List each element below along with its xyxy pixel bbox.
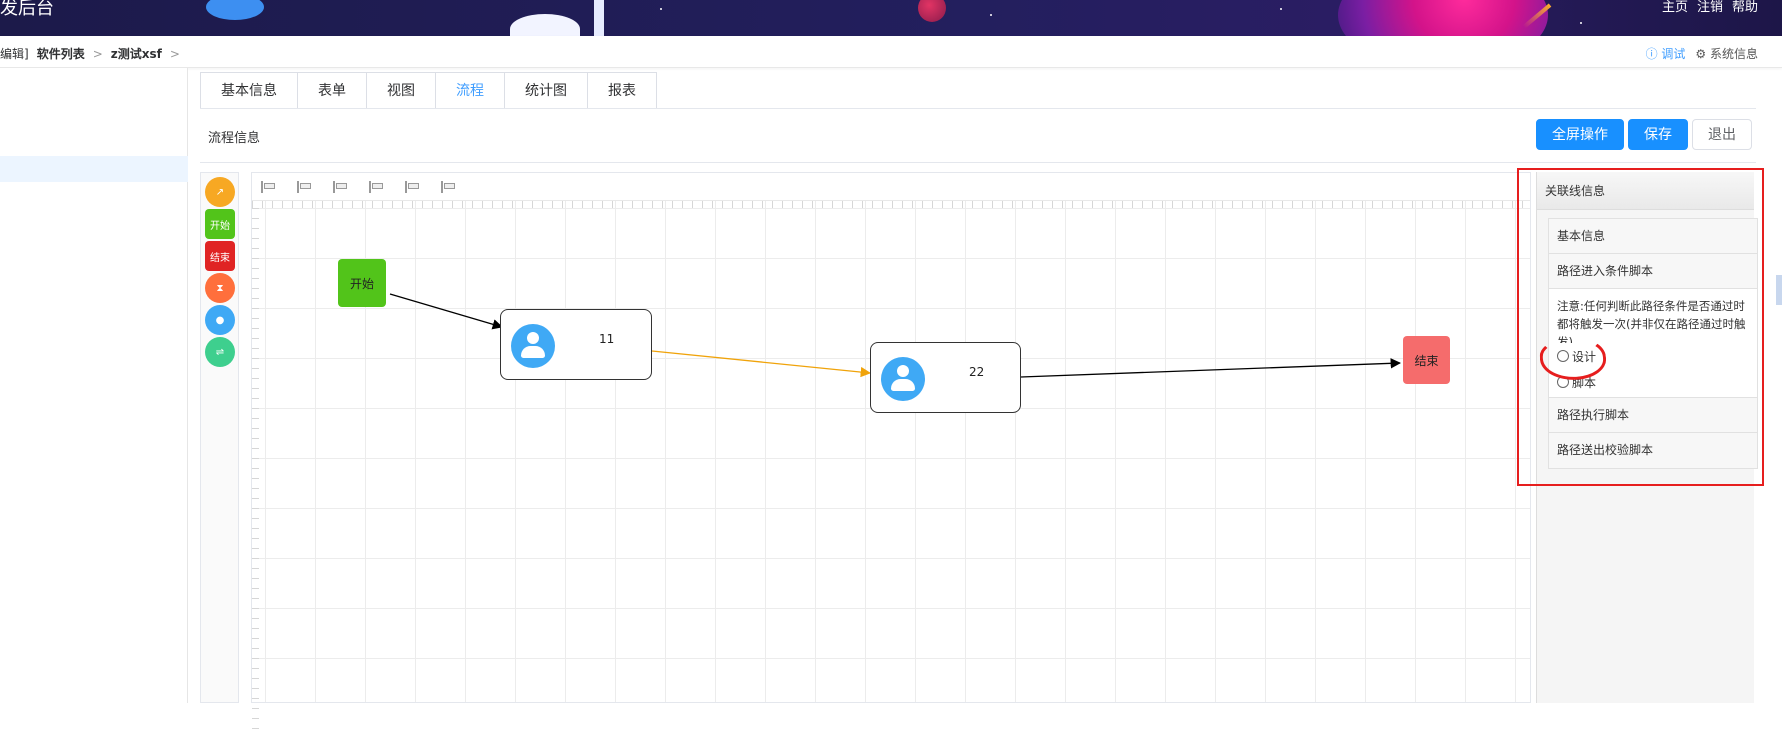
chevron-right-icon: >: [92, 46, 103, 61]
left-sidebar: [0, 68, 188, 703]
blimp-decoration: [206, 0, 264, 20]
planet-decoration: [1338, 0, 1548, 36]
breadcrumb-item-edit[interactable]: 编辑]: [0, 45, 29, 62]
star-decoration: [990, 14, 992, 16]
cloud-decoration: [510, 14, 580, 36]
nav-logout-link[interactable]: 注销: [1697, 0, 1723, 16]
breadcrumb-item-software-list[interactable]: 软件列表: [37, 45, 85, 62]
tab-bar: 基本信息 表单 视图 流程 统计图 报表: [200, 72, 657, 109]
section-divider: [200, 162, 1756, 163]
moon-decoration: [918, 0, 946, 22]
timer-node-tool[interactable]: ⧗: [205, 273, 235, 303]
tab-form[interactable]: 表单: [298, 73, 367, 109]
user-icon: [511, 324, 555, 368]
gear-icon: ⚙: [1695, 47, 1710, 61]
app-title: 发后台: [0, 0, 54, 19]
start-node[interactable]: 开始: [338, 259, 386, 307]
breadcrumb-item-current: z测试xsf: [110, 47, 162, 61]
user-icon: ●: [215, 314, 225, 326]
connector-tool[interactable]: ↗: [205, 177, 235, 207]
chevron-right-icon: >: [169, 46, 180, 61]
arrow-up-right-icon: ↗: [215, 186, 225, 198]
breadcrumb-bar: 编辑] 软件列表 > z测试xsf > ⓘ 调试 ⚙ 系统信息: [0, 36, 1782, 68]
top-banner: 发后台 主页 注销 帮助: [0, 0, 1782, 36]
switch-node-tool[interactable]: ⇌: [205, 337, 235, 367]
nav-help-link[interactable]: 帮助: [1732, 0, 1758, 16]
hourglass-icon: ⧗: [216, 282, 224, 294]
task-node-label: 11: [599, 332, 615, 346]
sliders-icon: ⇌: [215, 346, 225, 358]
edge-start-to-11[interactable]: [389, 293, 503, 330]
exit-button[interactable]: 退出: [1692, 119, 1752, 150]
end-node[interactable]: 结束: [1403, 336, 1450, 384]
section-title: 流程信息: [208, 131, 261, 146]
debug-link[interactable]: ⓘ 调试: [1646, 45, 1686, 62]
edge-22-to-end[interactable]: [1020, 358, 1402, 378]
info-icon: ⓘ: [1645, 47, 1662, 61]
section-buttons: 全屏操作 保存 退出: [1536, 119, 1752, 150]
task-node-11[interactable]: 11: [500, 309, 652, 380]
task-node-22[interactable]: 22: [870, 342, 1021, 413]
star-decoration: [1280, 8, 1282, 10]
user-task-tool[interactable]: ●: [205, 305, 235, 335]
end-node-tool[interactable]: 结束: [205, 241, 235, 271]
edge-layer: [389, 293, 1402, 378]
tab-view[interactable]: 视图: [367, 73, 436, 109]
tabs-divider: [200, 108, 1756, 109]
start-node-tool[interactable]: 开始: [205, 209, 235, 239]
node-palette: ↗ 开始 结束 ⧗ ● ⇌: [200, 172, 239, 703]
workflow-canvas[interactable]: 开始 11 22 结束: [251, 172, 1531, 737]
tab-basic-info[interactable]: 基本信息: [201, 73, 298, 109]
fullscreen-button[interactable]: 全屏操作: [1536, 119, 1624, 150]
user-icon: [881, 357, 925, 401]
sidebar-active-item[interactable]: [0, 156, 188, 182]
collapse-handle[interactable]: [1776, 275, 1782, 305]
save-button[interactable]: 保存: [1628, 119, 1688, 150]
edge-11-to-22-selected[interactable]: [651, 350, 872, 378]
breadcrumb: 编辑] 软件列表 > z测试xsf >: [0, 45, 180, 62]
star-decoration: [660, 8, 662, 10]
top-nav: 主页 注销 帮助: [1662, 0, 1758, 16]
annotation-outline: [1517, 168, 1764, 486]
star-decoration: [1580, 22, 1582, 24]
tab-chart[interactable]: 统计图: [505, 73, 588, 109]
system-info-link[interactable]: ⚙ 系统信息: [1695, 45, 1758, 62]
lighthouse-decoration: [594, 0, 604, 36]
tab-workflow[interactable]: 流程: [436, 73, 505, 109]
task-node-label: 22: [969, 365, 985, 379]
breadcrumb-actions: ⓘ 调试 ⚙ 系统信息: [1646, 45, 1758, 62]
tab-report[interactable]: 报表: [588, 73, 656, 109]
nav-home-link[interactable]: 主页: [1662, 0, 1688, 16]
